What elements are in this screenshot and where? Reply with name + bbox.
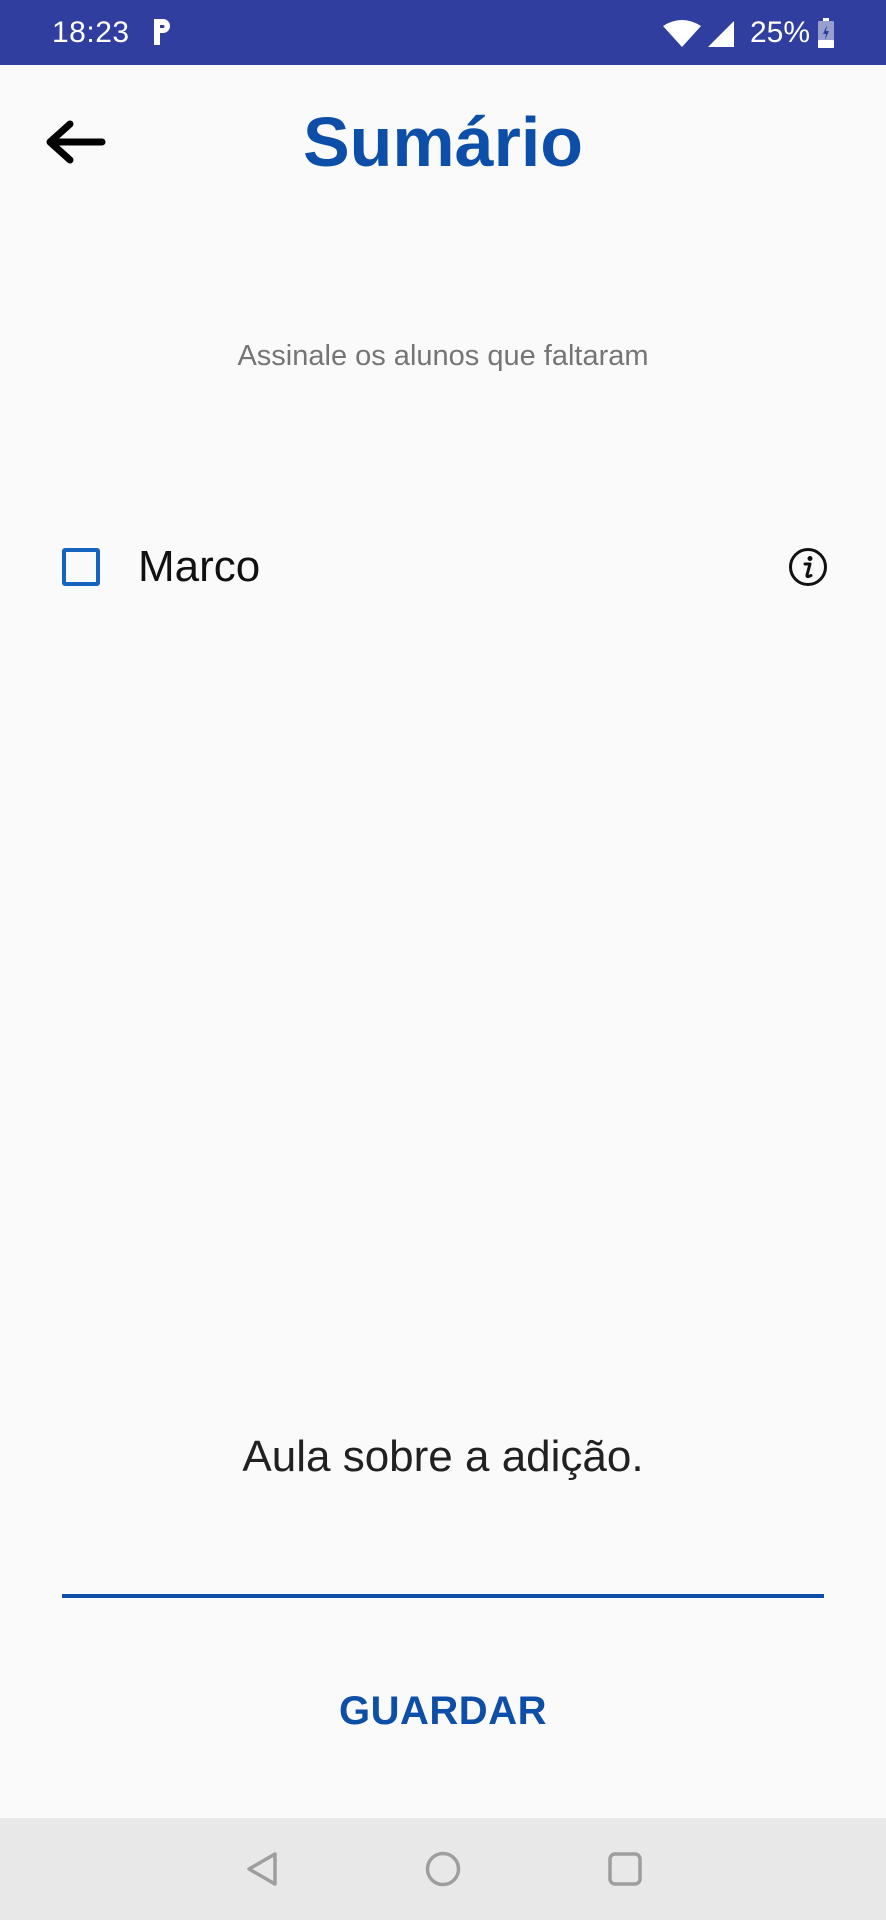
system-nav-bar xyxy=(0,1818,886,1920)
student-name: Marco xyxy=(138,542,261,591)
summary-input[interactable]: Aula sobre a adição. xyxy=(0,1430,886,1484)
battery-percent: 25% xyxy=(750,16,811,49)
nav-recents-button[interactable] xyxy=(604,1848,646,1890)
recents-square-icon xyxy=(608,1852,642,1886)
signal-icon xyxy=(708,21,734,47)
info-icon[interactable] xyxy=(788,547,828,587)
save-button[interactable]: GUARDAR xyxy=(293,1676,593,1746)
status-time: 18:23 xyxy=(52,16,130,49)
home-circle-icon xyxy=(425,1851,461,1887)
page-title: Sumário xyxy=(302,103,584,181)
back-button[interactable] xyxy=(30,100,120,184)
arrow-left-icon xyxy=(46,120,106,164)
status-bar: 18:23 25% xyxy=(0,0,886,65)
nav-back-button[interactable] xyxy=(241,1848,283,1890)
absence-checkbox[interactable] xyxy=(62,548,100,586)
student-list-item: Marco xyxy=(50,530,840,604)
instruction-text: Assinale os alunos que faltaram xyxy=(237,340,649,372)
wifi-icon xyxy=(663,20,701,47)
parking-app-icon xyxy=(154,19,170,45)
back-triangle-icon xyxy=(247,1852,277,1886)
summary-input-underline xyxy=(62,1594,824,1598)
battery-icon xyxy=(818,18,834,48)
nav-home-button[interactable] xyxy=(422,1848,464,1890)
